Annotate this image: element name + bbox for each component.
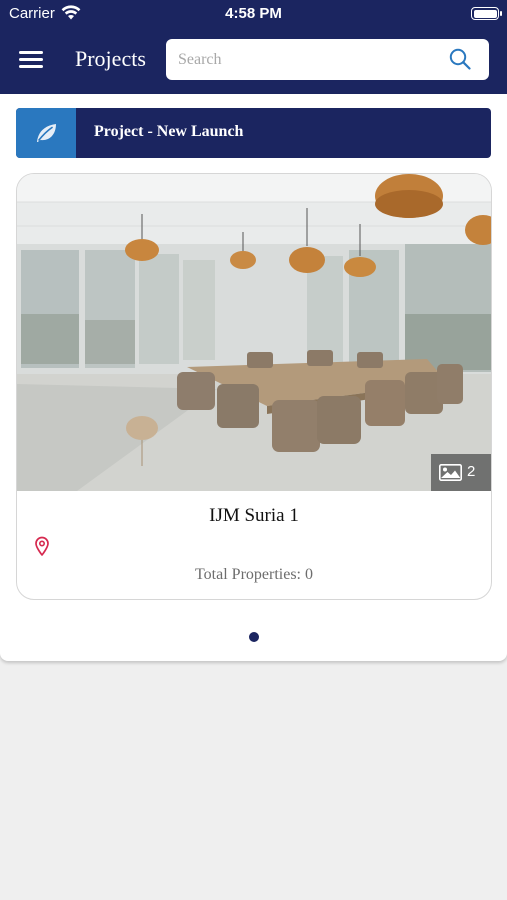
gallery-badge[interactable]: 2 bbox=[431, 454, 491, 491]
category-label: Project - New Launch bbox=[94, 123, 244, 140]
total-properties: Total Properties: 0 bbox=[195, 566, 313, 583]
image-count: 2 bbox=[467, 463, 476, 480]
top-bar: Carrier 4:58 PM Projects bbox=[0, 0, 507, 94]
battery-icon bbox=[471, 7, 502, 20]
search-icon[interactable] bbox=[449, 48, 471, 70]
status-bar: Carrier 4:58 PM bbox=[0, 0, 507, 28]
status-time: 4:58 PM bbox=[225, 5, 282, 22]
project-card[interactable]: 2 IJM Suria 1 Total Properties: 0 bbox=[16, 173, 492, 600]
leaf-icon bbox=[37, 124, 56, 142]
search-bar[interactable] bbox=[166, 39, 489, 80]
projects-panel: Project - New Launch 2 IJM Suria 1 Total… bbox=[0, 94, 507, 661]
map-pin-icon[interactable] bbox=[34, 536, 50, 556]
hamburger-menu-icon[interactable] bbox=[19, 51, 43, 69]
project-photo bbox=[17, 174, 491, 491]
search-input[interactable] bbox=[178, 39, 438, 80]
category-header[interactable]: Project - New Launch bbox=[16, 108, 491, 158]
page-indicator-dot[interactable] bbox=[249, 632, 259, 642]
project-name: IJM Suria 1 bbox=[209, 505, 299, 526]
image-gallery-icon bbox=[439, 464, 462, 481]
category-icon-box bbox=[16, 108, 76, 158]
page-title: Projects bbox=[75, 46, 146, 71]
